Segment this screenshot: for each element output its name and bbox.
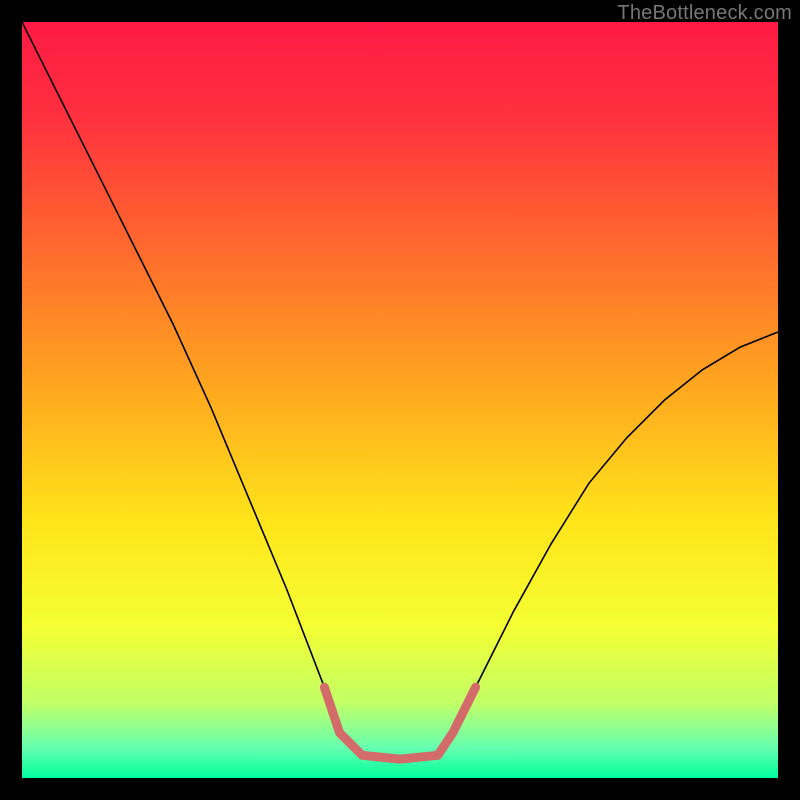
bottleneck-chart: [22, 22, 778, 778]
chart-frame: TheBottleneck.com: [0, 0, 800, 800]
